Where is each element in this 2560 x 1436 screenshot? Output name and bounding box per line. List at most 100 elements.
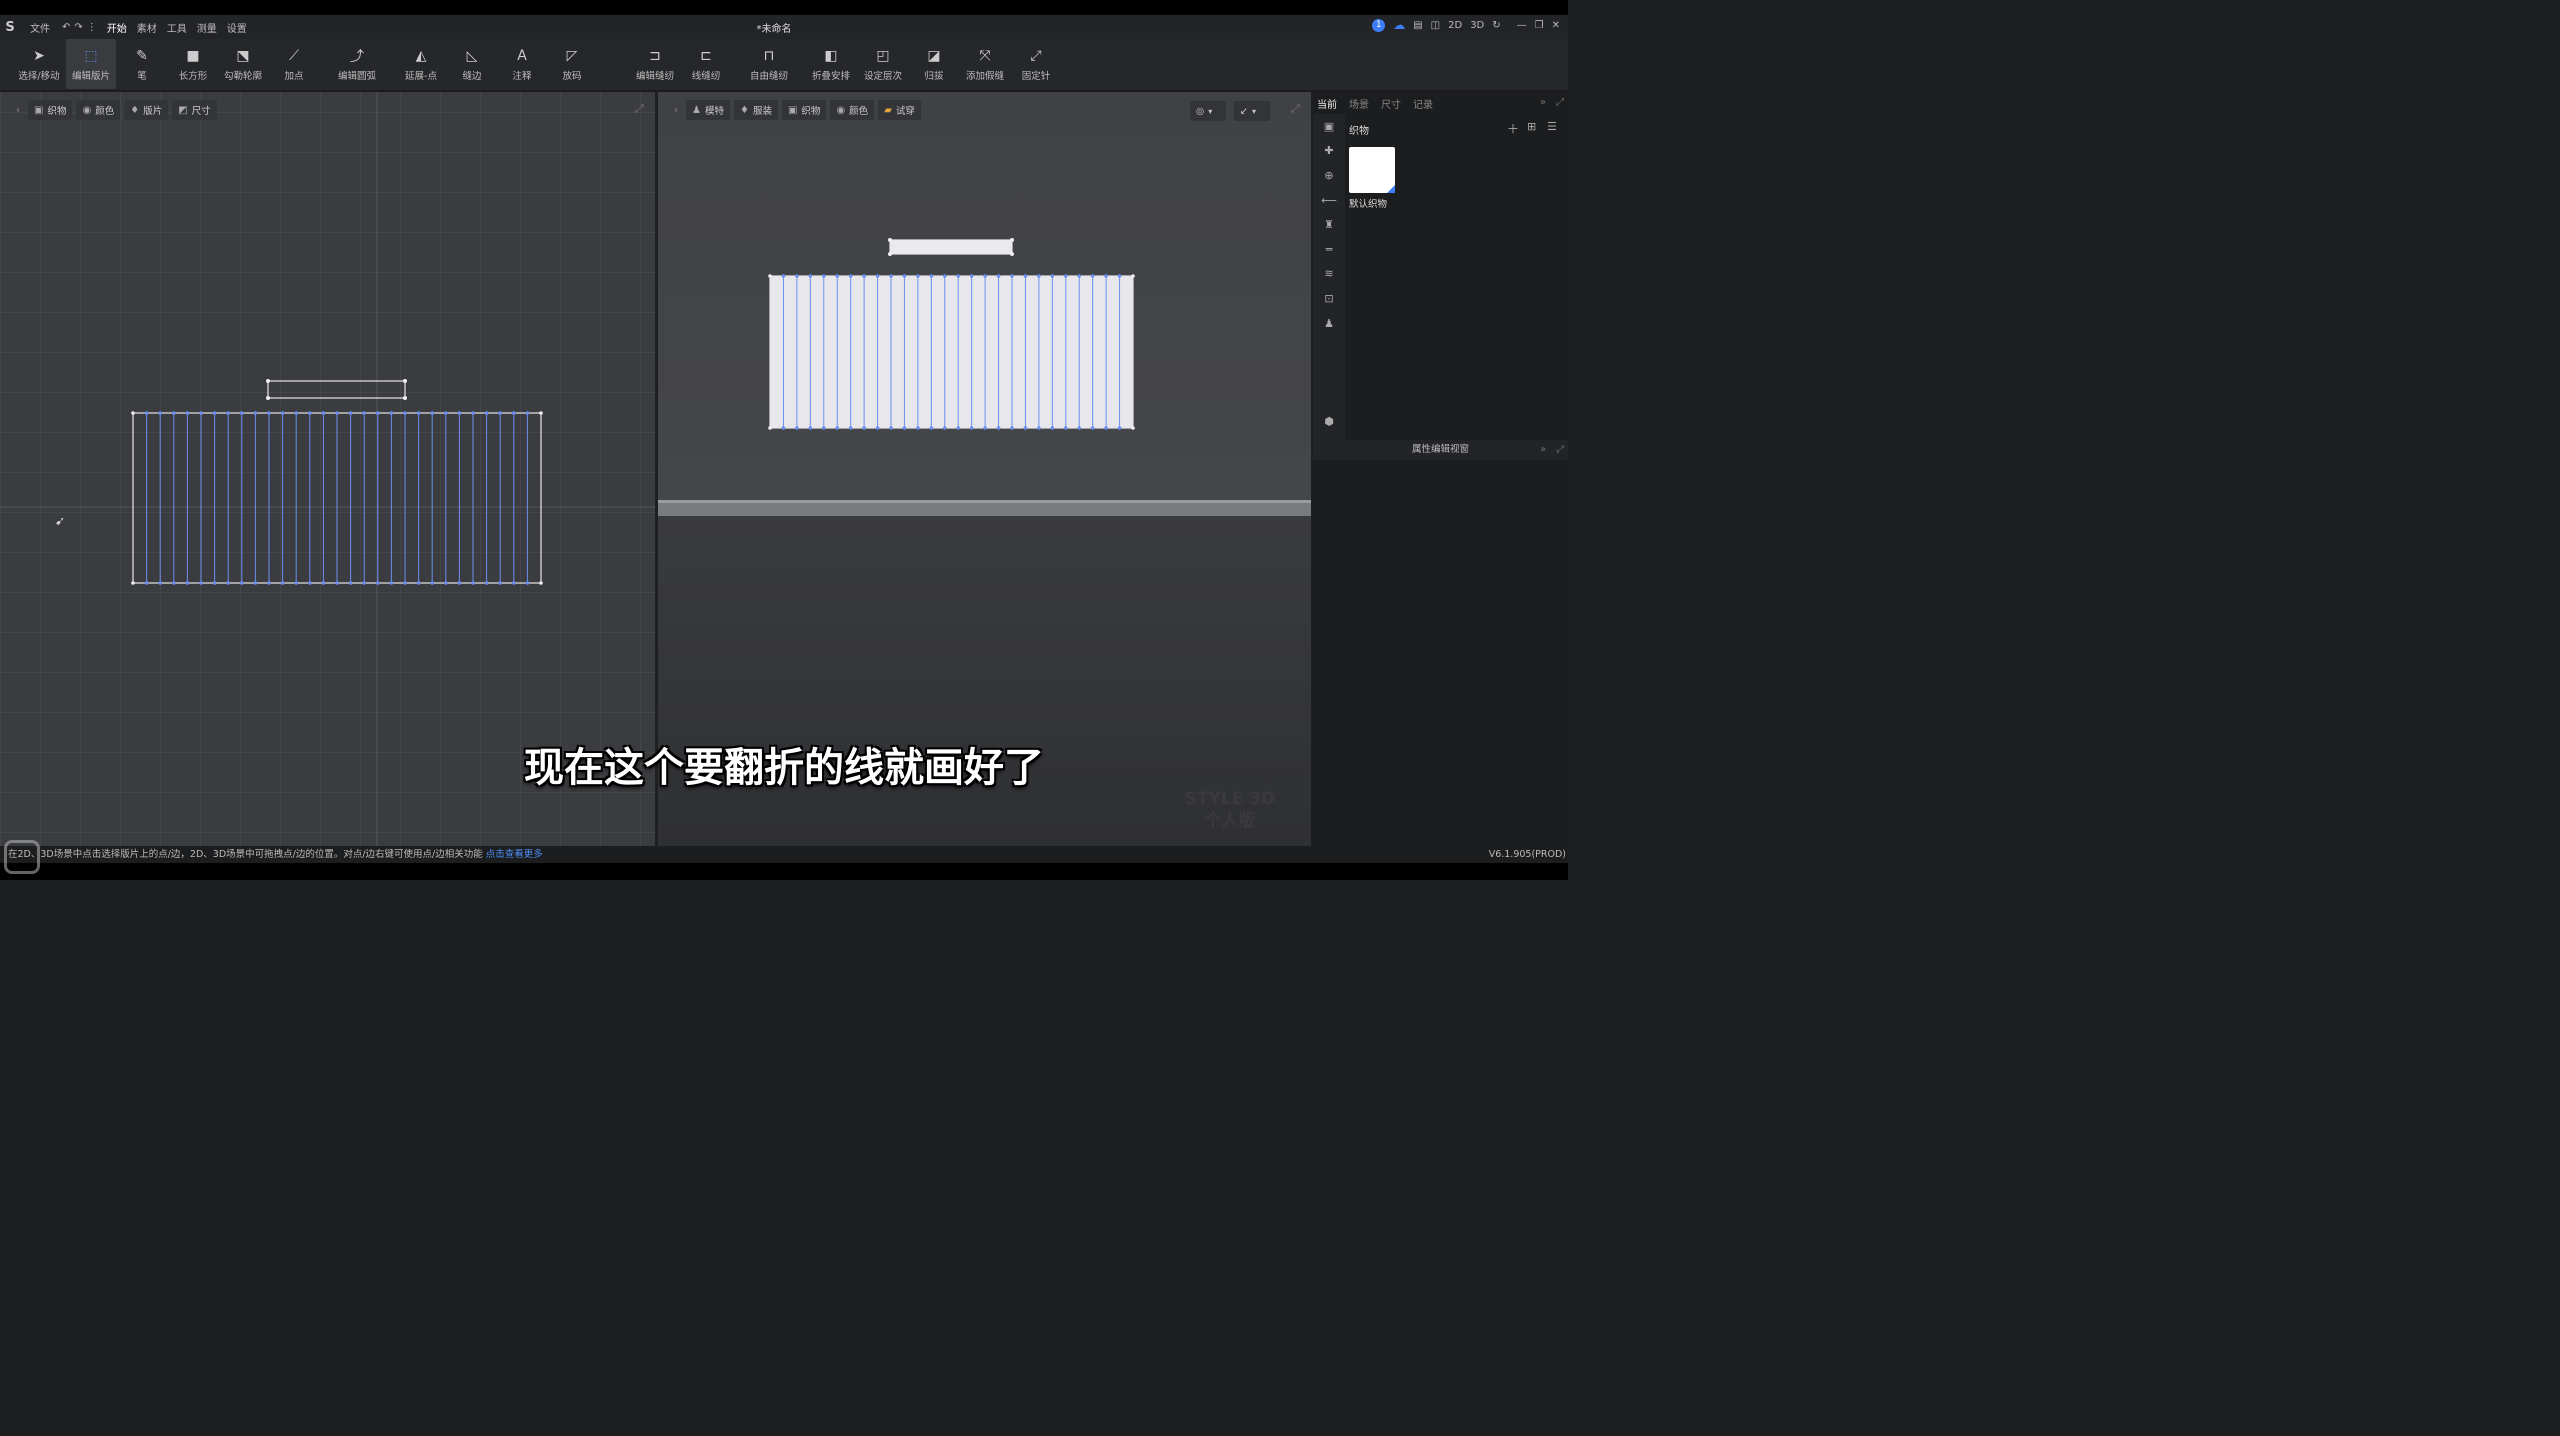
- buttonhole-icon[interactable]: ⊕: [1313, 163, 1345, 188]
- collapse-panel-icon[interactable]: »: [1540, 97, 1546, 108]
- more-icon[interactable]: ⋮: [87, 22, 97, 33]
- cloud-icon[interactable]: ☁: [1393, 18, 1405, 32]
- tool-select-move[interactable]: ➤ 选择/移动: [14, 39, 64, 89]
- menu-measure[interactable]: 测量: [197, 20, 217, 35]
- trim-icon[interactable]: ≋: [1313, 262, 1345, 287]
- list-view-icon[interactable]: ☰: [1547, 120, 1557, 133]
- tool-fold-arrange[interactable]: ◧ 折叠安排: [808, 39, 854, 89]
- tab-scene[interactable]: 场景: [1349, 96, 1369, 111]
- edit-sewing-icon: ⊐: [649, 48, 661, 64]
- 2d-point: [240, 581, 244, 585]
- menu-start[interactable]: 开始: [107, 20, 127, 35]
- 2d-point: [266, 379, 270, 383]
- menu-material[interactable]: 素材: [137, 20, 157, 35]
- 3d-point: [888, 238, 892, 242]
- tool-add-tack[interactable]: ⤧ 添加假缝: [962, 39, 1008, 89]
- bottom-black-bar: [0, 863, 1568, 880]
- 2d-point: [457, 411, 462, 415]
- split-view-icon[interactable]: ◫: [1431, 20, 1440, 31]
- tool-edit-arc[interactable]: ⤴ 编辑圆弧: [334, 39, 380, 89]
- tool-label: 自由缝纫: [749, 71, 788, 82]
- grid-view-icon[interactable]: ⊞: [1527, 120, 1536, 133]
- section-label: 织物: [1349, 126, 1369, 137]
- tool-free-sewing[interactable]: ⊓ 自由缝纫: [746, 39, 792, 89]
- 3d-point: [1063, 426, 1068, 430]
- 3d-point: [808, 274, 813, 278]
- restore-icon[interactable]: ❐: [1535, 20, 1544, 31]
- 3d-point: [768, 426, 772, 430]
- undo-icon[interactable]: ↶: [62, 22, 70, 33]
- graphic-icon[interactable]: ⊡: [1313, 286, 1345, 311]
- menu-settings[interactable]: 设置: [227, 20, 247, 35]
- minimize-icon[interactable]: —: [1517, 20, 1527, 31]
- tool-line-sewing[interactable]: ⊏ 线缝纫: [684, 39, 728, 89]
- tool-edit-sewing[interactable]: ⊐ 编辑缝纫: [632, 39, 678, 89]
- 3d-point: [983, 274, 987, 278]
- menu-file[interactable]: 文件: [30, 20, 50, 35]
- 2d-point: [484, 581, 489, 585]
- 3d-point: [835, 274, 840, 278]
- tool-set-layer[interactable]: ◰ 设定层次: [860, 39, 906, 89]
- title-bar: S 文件 ↶ ↷ ⋮ 开始 素材 工具 测量 设置 *未命名 1 ☁ ▤ ◫ 2…: [0, 15, 1568, 39]
- tab-current[interactable]: 当前: [1317, 96, 1337, 111]
- tool-edit-pattern[interactable]: ⬚ 编辑版片: [66, 39, 116, 89]
- tool-rectangle[interactable]: ■ 长方形: [170, 39, 216, 89]
- 2d-point: [376, 581, 380, 585]
- collapse-property-icon[interactable]: »: [1540, 440, 1546, 460]
- 3d-point: [916, 274, 920, 278]
- video-watermark-logo: [4, 840, 40, 874]
- pattern-2d-view[interactable]: ‹ ▣ 织物 ◉ 颜色 ♦ 版片 ◩ 尺寸 ⤢ ➹: [0, 92, 655, 846]
- tool-pin[interactable]: ⤢ 固定针: [1014, 39, 1058, 89]
- notification-badge[interactable]: 1: [1372, 18, 1386, 32]
- pin-library-icon[interactable]: ♜: [1313, 212, 1345, 237]
- 2d-point: [158, 581, 162, 585]
- 3d-point: [929, 426, 934, 430]
- 2d-point: [199, 411, 203, 415]
- 2d-point: [185, 411, 190, 415]
- 2d-point: [266, 396, 270, 400]
- close-icon[interactable]: ✕: [1552, 20, 1560, 31]
- fabric-library-icon[interactable]: ▣: [1313, 114, 1345, 139]
- tool-add-point[interactable]: ⟋ 加点: [274, 39, 314, 89]
- set-layer-icon: ◰: [876, 48, 890, 64]
- layout-icon[interactable]: ▤: [1413, 20, 1422, 31]
- pattern-2d-canvas[interactable]: [0, 92, 655, 846]
- annotation-icon: A: [517, 48, 527, 64]
- view-3d-button[interactable]: 3D: [1470, 20, 1484, 31]
- default-fabric-swatch[interactable]: [1349, 147, 1395, 193]
- trace-outline-icon: ⬔: [236, 48, 250, 64]
- scene-3d-view[interactable]: ‹ ♟ 模特 ♦ 服装 ▣ 织物 ◉ 颜色 ▰ 试穿 ◎ ▾ ↙ ▾ ⤢ STYLE 3D 个…: [658, 92, 1311, 846]
- tool-seam-allowance[interactable]: ◺ 缝边: [452, 39, 492, 89]
- expand-panel-icon[interactable]: ⤢: [1556, 97, 1564, 108]
- add-icon[interactable]: ＋: [1507, 120, 1519, 137]
- zipper-icon[interactable]: ⟵: [1313, 188, 1345, 213]
- tool-annotation[interactable]: A 注释: [502, 39, 542, 89]
- tool-trace-outline[interactable]: ⬔ 勾勒轮廓: [220, 39, 266, 89]
- title-right-controls: 1 ☁ ▤ ◫ 2D 3D ↻ — ❐ ✕: [1372, 18, 1560, 32]
- refresh-icon[interactable]: ↻: [1492, 20, 1500, 31]
- learn-more-link[interactable]: 点击查看更多: [486, 849, 543, 860]
- 2d-point: [280, 581, 285, 585]
- 2d-point: [403, 396, 407, 400]
- 2d-point: [172, 581, 176, 585]
- topstitch-icon[interactable]: ═: [1313, 237, 1345, 262]
- add-tack-icon: ⤧: [979, 48, 991, 64]
- tab-history[interactable]: 记录: [1413, 96, 1433, 111]
- 2d-point: [403, 411, 407, 415]
- tool-pen[interactable]: ✎ 笔: [122, 39, 162, 89]
- view-2d-button[interactable]: 2D: [1448, 20, 1462, 31]
- tab-size[interactable]: 尺寸: [1381, 96, 1401, 111]
- cube-icon[interactable]: ⬢: [1313, 409, 1345, 434]
- scene-3d-canvas[interactable]: [658, 92, 1311, 846]
- expand-property-icon[interactable]: ⤢: [1556, 440, 1564, 460]
- menu-tools[interactable]: 工具: [167, 20, 187, 35]
- avatar-library-icon[interactable]: ♟: [1313, 311, 1345, 336]
- tool-shrink-stretch[interactable]: ◪ 归拔: [914, 39, 954, 89]
- 2d-point: [199, 581, 203, 585]
- tool-extend-point[interactable]: ◭ 延展-点: [398, 39, 444, 89]
- redo-icon[interactable]: ↷: [74, 22, 82, 33]
- tool-grading[interactable]: ◸ 放码: [552, 39, 592, 89]
- button-library-icon[interactable]: ✚: [1313, 139, 1345, 164]
- 2d-point: [212, 411, 217, 415]
